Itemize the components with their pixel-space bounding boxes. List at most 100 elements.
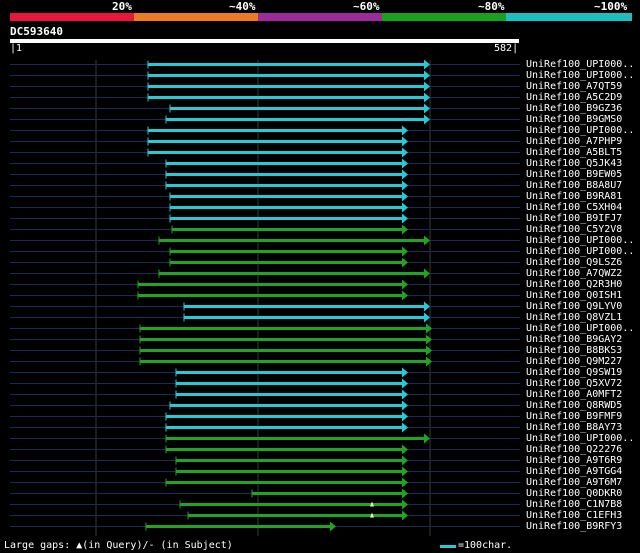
- hit-label[interactable]: UniRef100_Q22276: [526, 444, 640, 455]
- hit-label[interactable]: UniRef100_B9GMS0: [526, 114, 640, 125]
- hit-label[interactable]: UniRef100_Q9SW19: [526, 367, 640, 378]
- hit-bar: [148, 96, 424, 99]
- hit-label[interactable]: UniRef100_B9RFY3: [526, 521, 640, 532]
- hit-arrow: [426, 323, 432, 334]
- hit-label[interactable]: UniRef100_Q9M227: [526, 356, 640, 367]
- hit-arrow: [402, 257, 408, 268]
- hit-bar: [148, 74, 424, 77]
- hit-arrow: [402, 510, 408, 521]
- hit-bar: [140, 349, 426, 352]
- hit-bar: [166, 448, 402, 451]
- hit-arrow: [402, 411, 408, 422]
- hit-label[interactable]: UniRef100_C5Y2V8: [526, 224, 640, 235]
- hit-label[interactable]: UniRef100_C1EFH3: [526, 510, 640, 521]
- hit-arrow: [402, 488, 408, 499]
- hit-bar: [148, 140, 402, 143]
- hit-label[interactable]: UniRef100_Q8VZL1: [526, 312, 640, 323]
- hit-bar: [140, 338, 426, 341]
- hit-arrow: [402, 499, 408, 510]
- hit-label[interactable]: UniRef100_Q8RWD5: [526, 400, 640, 411]
- hit-arrow: [402, 444, 408, 455]
- hit-bar: [146, 525, 330, 528]
- legend-scale-swatch: [440, 545, 456, 548]
- hit-label[interactable]: UniRef100_B9GAY2: [526, 334, 640, 345]
- hit-arrow: [424, 114, 430, 125]
- hit-arrow: [402, 477, 408, 488]
- hit-arrow: [402, 422, 408, 433]
- hit-label[interactable]: UniRef100_A7PHP9: [526, 136, 640, 147]
- hit-label[interactable]: UniRef100_UPI000..: [526, 323, 640, 334]
- hit-label[interactable]: UniRef100_A7QT59: [526, 81, 640, 92]
- hit-bar: [188, 514, 402, 517]
- hit-label[interactable]: UniRef100_B9RA81: [526, 191, 640, 202]
- hit-arrow: [402, 389, 408, 400]
- hit-arrow: [424, 92, 430, 103]
- hit-label[interactable]: UniRef100_Q2R3H0: [526, 279, 640, 290]
- hit-bar: [148, 85, 424, 88]
- hit-label[interactable]: UniRef100_Q0DKR0: [526, 488, 640, 499]
- hit-bar: [170, 250, 402, 253]
- hit-label[interactable]: UniRef100_B8A8U7: [526, 180, 640, 191]
- hit-bar: [166, 184, 402, 187]
- hit-bar: [170, 404, 402, 407]
- hit-label[interactable]: UniRef100_B9IFJ7: [526, 213, 640, 224]
- hit-label[interactable]: UniRef100_UPI000..: [526, 59, 640, 70]
- hit-bar: [184, 305, 424, 308]
- hit-label[interactable]: UniRef100_C5XH04: [526, 202, 640, 213]
- hit-arrow: [424, 312, 430, 323]
- hit-label[interactable]: UniRef100_A9T6R9: [526, 455, 640, 466]
- hit-label[interactable]: UniRef100_A5C2D9: [526, 92, 640, 103]
- hit-label[interactable]: UniRef100_Q9LYV0: [526, 301, 640, 312]
- hit-label[interactable]: UniRef100_A9TGG4: [526, 466, 640, 477]
- hit-label[interactable]: UniRef100_A5BLT5: [526, 147, 640, 158]
- hit-arrow: [424, 103, 430, 114]
- hit-label[interactable]: UniRef100_C1N7B8: [526, 499, 640, 510]
- hit-bar: [166, 415, 402, 418]
- hit-label[interactable]: UniRef100_Q5JK43: [526, 158, 640, 169]
- hit-label[interactable]: UniRef100_Q0ISH1: [526, 290, 640, 301]
- hit-arrow: [402, 147, 408, 158]
- hit-bar: [176, 459, 402, 462]
- hit-bar: [184, 316, 424, 319]
- hit-label[interactable]: UniRef100_A9T6M7: [526, 477, 640, 488]
- hit-bar: [148, 151, 402, 154]
- hit-bar: [148, 63, 424, 66]
- hit-arrow: [426, 356, 432, 367]
- hit-arrow: [424, 59, 430, 70]
- hit-arrow: [402, 378, 408, 389]
- hit-label[interactable]: UniRef100_UPI000..: [526, 70, 640, 81]
- hit-label[interactable]: UniRef100_B8AY73: [526, 422, 640, 433]
- hit-label[interactable]: UniRef100_UPI000..: [526, 246, 640, 257]
- hit-arrow: [402, 169, 408, 180]
- hit-arrow: [402, 279, 408, 290]
- hit-label[interactable]: UniRef100_B9GZ36: [526, 103, 640, 114]
- hit-arrow: [402, 125, 408, 136]
- hit-bar: [176, 382, 402, 385]
- hit-bar: [170, 217, 402, 220]
- hit-arrow: [426, 345, 432, 356]
- hit-label[interactable]: UniRef100_B9EW05: [526, 169, 640, 180]
- hit-bar: [138, 283, 402, 286]
- legend-gaps: Large gaps: ▲(in Query)/- (in Subject): [4, 540, 233, 551]
- hit-arrow: [330, 521, 336, 532]
- hit-label[interactable]: UniRef100_A0MFT2: [526, 389, 640, 400]
- hit-label[interactable]: UniRef100_Q5XV72: [526, 378, 640, 389]
- hit-bar: [166, 173, 402, 176]
- hit-arrow: [402, 224, 408, 235]
- hit-label[interactable]: UniRef100_Q9LSZ6: [526, 257, 640, 268]
- hit-arrow: [424, 235, 430, 246]
- hit-arrow: [402, 290, 408, 301]
- hit-arrow: [402, 136, 408, 147]
- hit-label[interactable]: UniRef100_A7QWZ2: [526, 268, 640, 279]
- hit-label[interactable]: UniRef100_B9FMF9: [526, 411, 640, 422]
- hit-bar: [170, 107, 424, 110]
- hit-label[interactable]: UniRef100_UPI000..: [526, 235, 640, 246]
- hit-arrow: [424, 301, 430, 312]
- hit-label[interactable]: UniRef100_UPI000..: [526, 125, 640, 136]
- hit-arrow: [402, 202, 408, 213]
- hit-label[interactable]: UniRef100_B8BKS3: [526, 345, 640, 356]
- hit-label[interactable]: UniRef100_UPI000..: [526, 433, 640, 444]
- hit-arrow: [402, 367, 408, 378]
- hit-bar: [148, 129, 402, 132]
- hit-arrow: [424, 268, 430, 279]
